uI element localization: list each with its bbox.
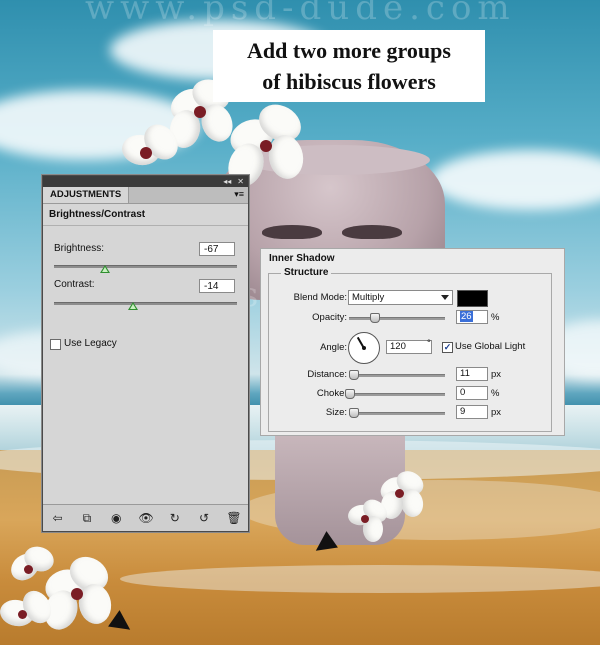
reset-icon[interactable]: ↺: [197, 511, 211, 525]
blend-mode-select[interactable]: Multiply: [348, 290, 453, 305]
contrast-label: Contrast:: [54, 279, 95, 290]
choke-slider[interactable]: [345, 389, 445, 399]
statue-eye: [342, 225, 402, 239]
shadow-color-swatch[interactable]: [457, 290, 488, 307]
brightness-slider-thumb[interactable]: [100, 265, 111, 273]
angle-label: Angle:: [320, 342, 347, 353]
use-legacy-checkbox[interactable]: [50, 339, 61, 350]
size-unit: px: [491, 407, 502, 418]
choke-unit: %: [491, 388, 500, 399]
angle-unit: °: [427, 338, 431, 349]
adjustments-panel: ◂◂ ✕ ADJUSTMENTS ▾≡ Brightness/Contrast …: [42, 175, 249, 532]
use-global-light-label: Use Global Light: [455, 341, 526, 352]
size-slider[interactable]: [348, 408, 445, 418]
caption-line-2: of hibiscus flowers: [262, 69, 436, 94]
close-icon[interactable]: ✕: [237, 176, 244, 187]
panel-tab-row: ADJUSTMENTS ▾≡: [43, 187, 248, 204]
previous-state-icon[interactable]: ↻: [168, 511, 182, 525]
adjustment-title: Brightness/Contrast: [43, 204, 248, 226]
collapse-icon[interactable]: ◂◂: [223, 176, 231, 187]
opacity-input[interactable]: 26: [456, 310, 488, 324]
distance-input[interactable]: 11: [456, 367, 488, 381]
caption-box: Add two more groups of hibiscus flowers: [213, 30, 485, 102]
blend-mode-label: Blend Mode:: [294, 292, 347, 303]
blend-mode-label-text: Blend Mode:: [293, 292, 347, 303]
trash-icon[interactable]: 🗑: [226, 511, 241, 525]
adjustment-controls: Brightness: -67 Contrast: -14 Use Legacy: [43, 226, 248, 509]
panel-menu-icon[interactable]: ▾≡: [234, 189, 244, 200]
distance-label: Distance:: [307, 369, 347, 380]
inner-shadow-panel: Inner Shadow Structure Blend Mode: Multi…: [260, 248, 565, 436]
statue-eye: [262, 225, 322, 239]
choke-input[interactable]: 0: [456, 386, 488, 400]
panel-titlebar: ◂◂ ✕: [43, 176, 248, 187]
size-input[interactable]: 9: [456, 405, 488, 419]
opacity-unit: %: [491, 312, 500, 323]
contrast-slider-thumb[interactable]: [127, 302, 138, 310]
contrast-input[interactable]: -14: [199, 279, 235, 293]
eye-preview-icon[interactable]: ◉: [109, 511, 123, 525]
use-global-light-checkbox[interactable]: ✓: [442, 342, 453, 353]
visibility-icon[interactable]: 👁: [138, 511, 153, 525]
panel-footer-toolbar: ⇦ ⧉ ◉ 👁 ↻ ↺ 🗑: [43, 504, 248, 531]
opacity-slider-thumb[interactable]: [369, 313, 380, 323]
return-icon[interactable]: ⇦: [51, 511, 65, 525]
brightness-input[interactable]: -67: [199, 242, 235, 256]
size-label: Size:: [325, 407, 347, 418]
contrast-slider[interactable]: [54, 302, 237, 310]
angle-dial-center: [362, 346, 366, 350]
caption-line-1: Add two more groups: [247, 38, 451, 63]
blend-mode-value: Multiply: [352, 292, 385, 303]
angle-input[interactable]: 120: [386, 340, 432, 354]
structure-legend: Structure: [281, 267, 332, 278]
angle-dial[interactable]: [348, 332, 380, 364]
watermark: www.psd-dude.com: [85, 0, 516, 28]
choke-slider-thumb[interactable]: [345, 389, 355, 399]
opacity-label: Opacity:: [312, 312, 347, 323]
distance-slider[interactable]: [348, 370, 445, 380]
distance-unit: px: [491, 369, 502, 380]
brightness-slider[interactable]: [54, 265, 237, 273]
size-slider-thumb[interactable]: [348, 408, 359, 418]
opacity-value: 26: [460, 311, 473, 322]
cloud: [430, 150, 600, 210]
use-legacy-label: Use Legacy: [64, 338, 117, 349]
inner-shadow-title: Inner Shadow: [269, 253, 335, 264]
chevron-down-icon: [441, 295, 449, 300]
choke-label: Choke:: [316, 388, 347, 399]
tab-adjustments[interactable]: ADJUSTMENTS: [43, 187, 130, 203]
brightness-label: Brightness:: [54, 243, 105, 254]
distance-slider-thumb[interactable]: [348, 370, 359, 380]
opacity-slider[interactable]: [349, 313, 445, 323]
clip-icon[interactable]: ⧉: [80, 511, 94, 525]
